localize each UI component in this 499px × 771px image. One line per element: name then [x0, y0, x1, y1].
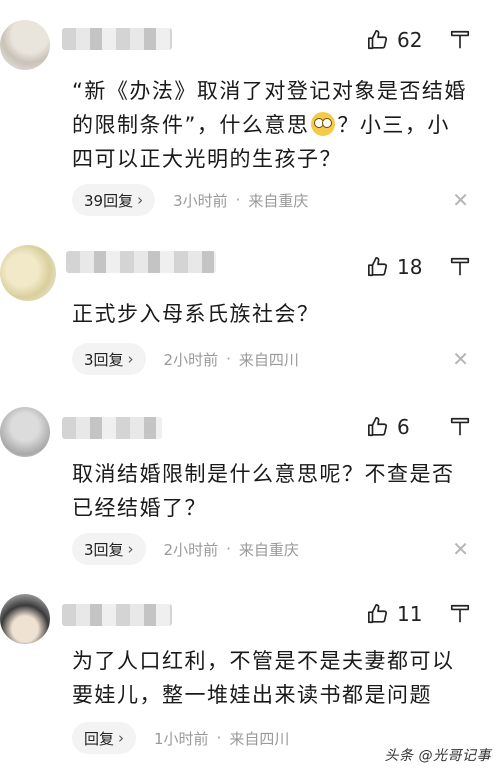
like-count: 6 — [397, 415, 410, 439]
like-count: 11 — [397, 602, 423, 626]
dislike-button[interactable] — [449, 416, 471, 438]
username-blurred[interactable] — [62, 28, 172, 50]
username-blurred[interactable] — [66, 251, 216, 273]
reply-label: 回复 — [84, 729, 115, 748]
chevron-right-icon: › — [118, 729, 125, 747]
username-blurred[interactable] — [62, 417, 162, 439]
like-button[interactable]: 6 — [367, 415, 427, 439]
comment-meta: 回复 › 1小时前 · 来自四川 — [72, 722, 289, 754]
comment-card: 18 正式步入母系氏族社会？ 3回复 › 2小时前 · 来自四川 ✕ — [0, 225, 499, 395]
avatar[interactable] — [0, 594, 50, 644]
comment-actions: 62 — [367, 28, 471, 52]
like-button[interactable]: 18 — [367, 255, 427, 279]
reply-label: 39回复 — [84, 191, 134, 210]
thumbs-down-icon — [450, 30, 470, 49]
watermark: 头条 @光哥记事 — [384, 748, 491, 764]
chevron-right-icon: › — [127, 540, 134, 558]
like-button[interactable]: 11 — [367, 602, 427, 626]
separator-dot: · — [216, 729, 222, 747]
location: 来自四川 — [238, 350, 299, 369]
location: 来自重庆 — [238, 540, 299, 559]
comment-card: 6 取消结婚限制是什么意思呢？不查是否已经结婚了？ 3回复 › 2小时前 · 来… — [0, 395, 499, 580]
separator-dot: · — [235, 191, 241, 209]
comment-meta: 3回复 › 2小时前 · 来自四川 — [72, 343, 299, 375]
timestamp: 2小时前 — [163, 350, 219, 369]
avatar[interactable] — [0, 20, 50, 70]
like-count: 18 — [397, 255, 423, 279]
close-icon[interactable]: ✕ — [452, 188, 469, 212]
chevron-right-icon: › — [137, 191, 144, 209]
timestamp: 3小时前 — [173, 191, 228, 210]
location: 来自四川 — [229, 729, 290, 748]
timestamp: 2小时前 — [163, 540, 219, 559]
confused-face-emoji — [311, 112, 336, 136]
comment-card: 11 为了人口红利，不管是不是夫妻都可以要娃儿，整一堆娃出来读书都是问题 回复 … — [0, 580, 499, 771]
comment-actions: 6 — [367, 415, 471, 439]
thumbs-down-icon — [450, 257, 470, 276]
separator-dot: · — [226, 350, 231, 368]
dislike-button[interactable] — [449, 256, 471, 278]
thumbs-up-icon — [368, 604, 388, 624]
separator-dot: · — [226, 540, 231, 558]
dislike-button[interactable] — [449, 603, 471, 625]
username-blurred[interactable] — [62, 604, 172, 626]
location: 来自重庆 — [248, 191, 309, 210]
chevron-right-icon: › — [127, 350, 134, 368]
like-count: 62 — [397, 28, 423, 52]
comment-text: 取消结婚限制是什么意思呢？不查是否已经结婚了？ — [72, 462, 455, 520]
thumbs-down-icon — [450, 604, 470, 623]
comment-actions: 18 — [367, 255, 471, 279]
comment-actions: 11 — [367, 602, 471, 626]
reply-label: 3回复 — [84, 540, 124, 559]
thumbs-up-icon — [368, 417, 388, 437]
comment-card: 62 “新《办法》取消了对登记对象是否结婚的限制条件”，什么意思 ？小三，小四可以… — [0, 0, 499, 225]
comment-text: 正式步入母系氏族社会？ — [72, 302, 320, 326]
reply-label: 3回复 — [84, 350, 124, 369]
reply-count-button[interactable]: 39回复 › — [72, 184, 156, 216]
thumbs-down-icon — [450, 417, 470, 436]
reply-button[interactable]: 回复 › — [72, 722, 137, 754]
comment-text: 为了人口红利，不管是不是夫妻都可以要娃儿，整一堆娃出来读书都是问题 — [72, 649, 455, 707]
avatar[interactable] — [0, 407, 50, 457]
avatar[interactable] — [0, 245, 56, 301]
reply-count-button[interactable]: 3回复 › — [72, 343, 146, 375]
like-button[interactable]: 62 — [367, 28, 427, 52]
close-icon[interactable]: ✕ — [452, 537, 469, 561]
comment-text: “新《办法》取消了对登记对象是否结婚的限制条件”，什么意思 ？小三，小四可以正大光… — [72, 74, 472, 176]
timestamp: 1小时前 — [154, 729, 209, 748]
thumbs-up-icon — [368, 30, 388, 50]
comment-meta: 3回复 › 2小时前 · 来自重庆 — [72, 533, 299, 565]
thumbs-up-icon — [368, 257, 388, 277]
reply-count-button[interactable]: 3回复 › — [72, 533, 146, 565]
dislike-button[interactable] — [449, 29, 471, 51]
comment-meta: 39回复 › 3小时前 · 来自重庆 — [72, 184, 308, 216]
close-icon[interactable]: ✕ — [452, 347, 469, 371]
